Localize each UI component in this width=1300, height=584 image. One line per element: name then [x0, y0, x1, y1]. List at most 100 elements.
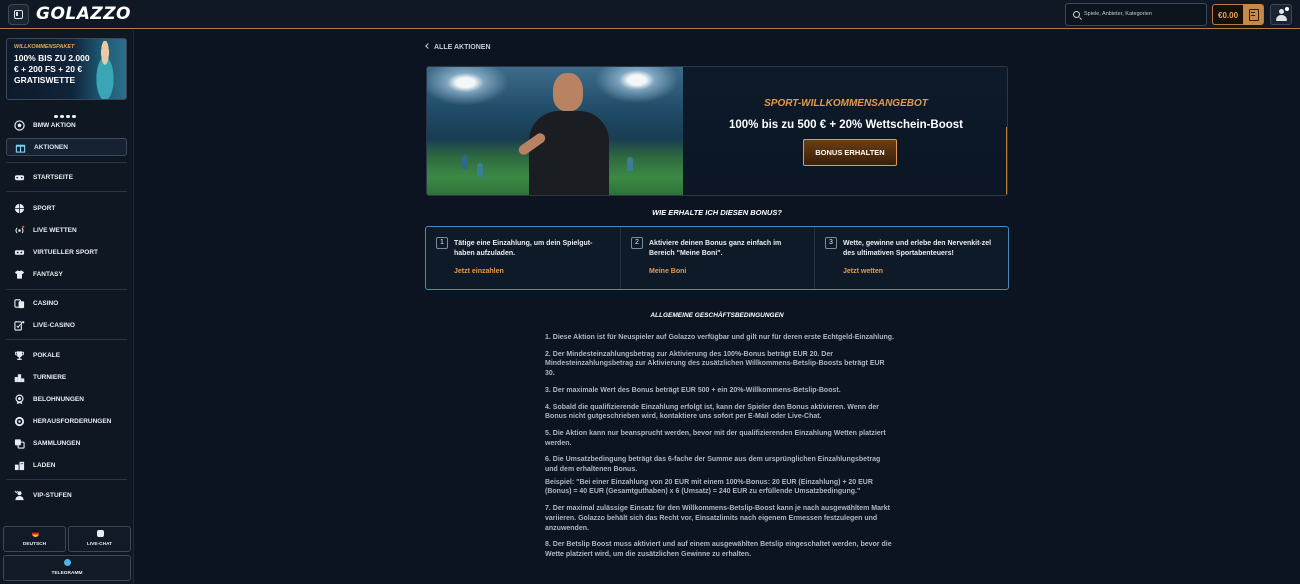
sidebar-toggle-icon: [14, 10, 23, 19]
how-to-get-bonus-title: WIE ERHALTE ICH DIESEN BONUS?: [652, 208, 782, 217]
chat-bubble-icon: [97, 530, 104, 537]
sidebar-divider: [6, 162, 127, 163]
sidebar-item-live-wetten[interactable]: LIVE WETTEN: [6, 222, 127, 240]
cards-icon: [14, 299, 25, 309]
target-icon: [14, 416, 25, 427]
sidebar-item-label: VIP-STUFEN: [33, 492, 72, 499]
sidebar-item-label: VIRTUELLER SPORT: [33, 249, 99, 256]
step-card: 3 Wette, gewinne und erlebe den Nervenki…: [814, 227, 1008, 289]
step-card: 1 Tätige eine Einzahlung, um dein Spielg…: [426, 227, 620, 289]
promo-text: 100% BIS ZU 2.000 € + 200 FS + 20 € GRAT…: [14, 53, 90, 85]
promo-tag: WILLKOMMENSPAKET: [14, 44, 75, 50]
sidebar-item-label: LIVE WETTEN: [33, 227, 77, 234]
medal-icon: [15, 394, 24, 405]
bet-now-link[interactable]: Jetzt wetten: [843, 268, 883, 275]
sidebar-item-bmw-aktion[interactable]: BMW AKTION: [6, 117, 127, 135]
offer-title: 100% bis zu 500 € + 20% Wettschein-Boost: [728, 119, 964, 131]
terms-paragraph: Beispiel: "Bei einer Einzahlung von 20 E…: [545, 478, 873, 496]
sidebar: WILLKOMMENSPAKET 100% BIS ZU 2.000 € + 2…: [0, 30, 134, 584]
gift-icon: [15, 144, 26, 153]
hero-offer-panel: SPORT-WILLKOMMENSANGEBOT 100% bis zu 500…: [683, 67, 1007, 195]
menu-toggle-button[interactable]: [8, 4, 29, 25]
offer-tag: SPORT-WILLKOMMENSANGEBOT: [764, 98, 928, 109]
sidebar-item-label: AKTIONEN: [34, 144, 68, 151]
sidebar-item-laden[interactable]: LADEN: [6, 457, 127, 475]
back-to-all-promotions-link[interactable]: ALLE AKTIONEN: [425, 43, 491, 51]
chevron-left-icon: [425, 43, 431, 49]
deposit-now-link[interactable]: Jetzt einzahlen: [454, 268, 504, 275]
sidebar-item-label: BELOHNUNGEN: [33, 396, 84, 403]
sidebar-promo-banner[interactable]: WILLKOMMENSPAKET 100% BIS ZU 2.000 € + 2…: [6, 38, 127, 100]
terms-paragraph: 7. Der maximal zulässige Einsatz für den…: [545, 505, 890, 532]
trophy-icon: [14, 351, 25, 360]
step-number: 2: [631, 237, 643, 249]
sidebar-item-startseite[interactable]: STARTSEITE: [6, 169, 127, 187]
terms-paragraph: 5. Die Aktion kann nur beansprucht werde…: [545, 429, 886, 447]
sidebar-item-live-casino[interactable]: LIVE-CASINO: [6, 317, 127, 335]
sidebar-item-pokale[interactable]: POKALE: [6, 347, 127, 365]
sidebar-item-label: LADEN: [33, 462, 56, 469]
live-chat-label: LIVE-CHAT: [86, 542, 113, 547]
sidebar-item-belohnungen[interactable]: BELOHNUNGEN: [6, 391, 127, 409]
vr-icon: [14, 250, 25, 255]
sidebar-item-vip-stufen[interactable]: VIP-STUFEN: [6, 487, 127, 505]
sidebar-item-casino[interactable]: CASINO: [6, 295, 127, 313]
step-number: 1: [436, 237, 448, 249]
sidebar-item-label: LIVE-CASINO: [33, 322, 75, 329]
user-icon: [1279, 9, 1284, 14]
background-player-figure: [462, 155, 468, 169]
promotion-hero-banner: SPORT-WILLKOMMENSANGEBOT 100% bis zu 500…: [426, 66, 1008, 196]
carousel-dots[interactable]: [54, 105, 78, 118]
search-input[interactable]: Spiele, Anbieter, Kategorien: [1065, 3, 1207, 26]
search-placeholder: Spiele, Anbieter, Kategorien: [1084, 11, 1152, 17]
sidebar-divider: [6, 339, 127, 340]
user-account-button[interactable]: [1270, 4, 1292, 25]
sidebar-item-turniere[interactable]: TURNIERE: [6, 369, 127, 387]
soccer-ball-icon: [14, 120, 25, 131]
german-flag-icon: [32, 530, 39, 537]
sidebar-divider: [6, 191, 127, 192]
live-dealer-icon: [14, 321, 25, 331]
podium-icon: [14, 374, 25, 383]
deposit-wallet-icon[interactable]: [1243, 4, 1263, 25]
bonus-steps: 1 Tätige eine Einzahlung, um dein Spielg…: [425, 226, 1009, 290]
step-text: Aktiviere deinen Bonus ganz einfach im B…: [649, 240, 782, 257]
sidebar-item-virtueller-sport[interactable]: VIRTUELLER SPORT: [6, 244, 127, 262]
sidebar-item-aktionen[interactable]: AKTIONEN: [6, 138, 127, 156]
get-bonus-button[interactable]: BONUS ERHALTEN: [803, 139, 897, 166]
sidebar-item-label: SPORT: [33, 205, 56, 212]
sidebar-item-fantasy[interactable]: FANTASY: [6, 266, 127, 284]
search-icon: [1073, 11, 1080, 18]
sidebar-item-sport[interactable]: SPORT: [6, 200, 127, 218]
background-player-figure: [477, 163, 483, 177]
terms-paragraph: 1. Diese Aktion ist für Neuspieler auf G…: [545, 334, 895, 341]
terms-paragraph: 6. Die Umsatzbedingung beträgt das 6-fac…: [545, 456, 881, 474]
terms-list: 1. Diese Aktion ist für Neuspieler auf G…: [545, 333, 895, 584]
balance-button[interactable]: €0.00: [1212, 4, 1264, 25]
ball-icon: [14, 203, 25, 214]
telegram-button[interactable]: TELEGRAMM: [3, 555, 131, 581]
sidebar-item-herausforderungen[interactable]: HERAUSFORDERUNGEN: [6, 413, 127, 431]
sidebar-item-label: POKALE: [33, 352, 61, 359]
my-bonuses-link[interactable]: Meine Boni: [649, 268, 686, 275]
sidebar-divider: [6, 289, 127, 290]
sidebar-item-label: FANTASY: [33, 271, 63, 278]
controller-icon: [14, 175, 25, 181]
terms-paragraph: 2. Der Mindesteinzahlungsbetrag zur Akti…: [545, 350, 885, 378]
sidebar-item-label: HERAUSFORDERUNGEN: [33, 418, 112, 425]
shirt-icon: [14, 270, 25, 279]
top-header: GOLAZZO Spiele, Anbieter, Kategorien €0.…: [0, 0, 1300, 29]
step-card: 2 Aktiviere deinen Bonus ganz einfach im…: [620, 227, 814, 289]
background-player-figure: [627, 157, 633, 171]
sidebar-divider: [6, 479, 127, 480]
sidebar-item-label: SAMMLUNGEN: [33, 440, 81, 447]
promo-model-image: [90, 41, 120, 99]
hero-player-figure: [515, 67, 611, 195]
site-logo[interactable]: GOLAZZO: [36, 4, 131, 24]
sidebar-item-sammlungen[interactable]: SAMMLUNGEN: [6, 435, 127, 453]
language-button[interactable]: DEUTSCH: [3, 526, 66, 552]
store-icon: [14, 461, 25, 471]
sidebar-item-label: BMW AKTION: [33, 122, 76, 129]
back-label: ALLE AKTIONEN: [434, 44, 491, 51]
live-chat-button[interactable]: LIVE-CHAT: [68, 526, 131, 552]
